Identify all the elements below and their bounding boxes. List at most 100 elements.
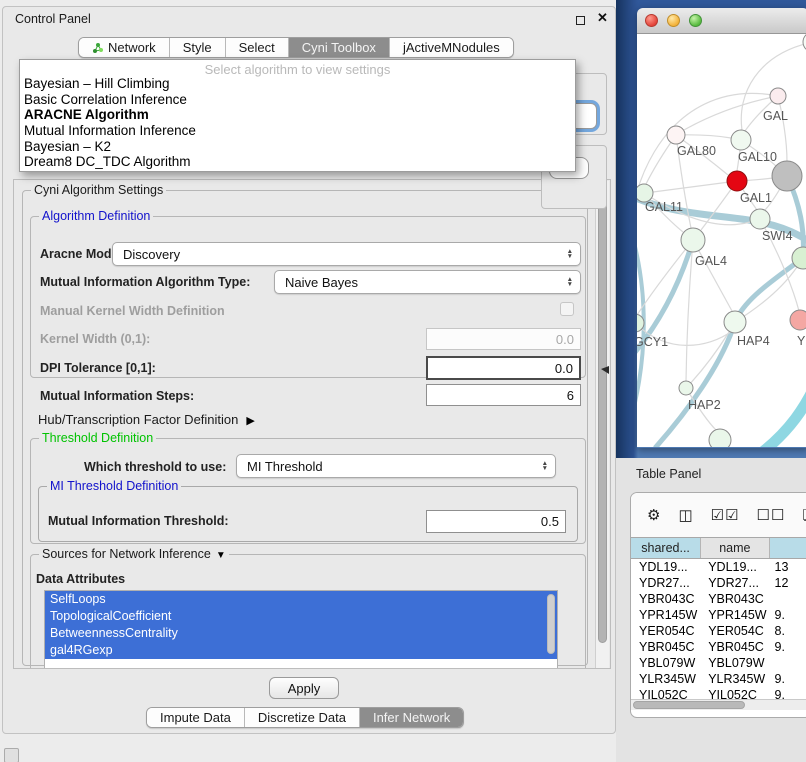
tab-label: Network (108, 40, 156, 55)
dpi-tolerance-input[interactable]: 0.0 (426, 356, 581, 380)
network-node-gal10[interactable] (731, 130, 751, 150)
mi-type-value: Naive Bayes (275, 275, 567, 290)
network-node[interactable] (709, 429, 731, 447)
mi-threshold-input[interactable]: 0.5 (426, 510, 566, 533)
network-canvas[interactable]: GALGAL80GAL10GAL1GAL11SWI4GAL4GCY1HAP4YH… (637, 34, 806, 447)
node-label: GAL4 (695, 254, 727, 268)
mi-steps-label: Mutual Information Steps: (40, 389, 194, 403)
attribute-item[interactable]: gal4RGexp (45, 642, 557, 659)
algorithm-option[interactable]: Mutual Information Inference (20, 123, 575, 139)
close-icon[interactable]: ✕ (597, 10, 608, 26)
float-window-icon[interactable] (576, 16, 585, 25)
table-cell: 9. (770, 607, 806, 623)
table-cell: YPR145W (631, 607, 701, 623)
table-row[interactable]: YER054CYER054C8. (631, 623, 806, 639)
window-title: Control Panel (15, 12, 91, 26)
table-scrollbar-thumb[interactable] (633, 701, 745, 709)
tab-label: Impute Data (160, 710, 231, 725)
tab-discretize-data[interactable]: Discretize Data (245, 708, 360, 727)
combo-arrows-icon: ▲▼ (567, 277, 573, 287)
table-row[interactable]: YBL079WYBL079W (631, 655, 806, 671)
tab-network[interactable]: Network (79, 38, 170, 57)
new-document-icon[interactable]: ❏ (802, 506, 806, 524)
network-node-gal[interactable] (770, 88, 786, 104)
table-row[interactable]: YPR145WYPR145W9. (631, 607, 806, 623)
attribute-item[interactable]: SelfLoops (45, 591, 557, 608)
algorithm-popup: Select algorithm to view settings Bayesi… (19, 59, 576, 172)
attribute-item[interactable]: TopologicalCoefficient (45, 608, 557, 625)
network-node-gal80[interactable] (667, 126, 685, 144)
table-cell: YLR345W (701, 671, 769, 687)
tab-jactivemnodules[interactable]: jActiveMNodules (390, 38, 513, 57)
algorithm-option[interactable]: ARACNE Algorithm (20, 107, 575, 123)
tab-infer-network[interactable]: Infer Network (360, 708, 463, 727)
table-row[interactable]: YBR045CYBR045C9. (631, 639, 806, 655)
node-label: SWI4 (762, 229, 793, 243)
sources-group-title[interactable]: Sources for Network Inference▼ (39, 547, 229, 561)
tab-style[interactable]: Style (170, 38, 226, 57)
table-cell: 8. (770, 623, 806, 639)
table-horizontal-scrollbar[interactable] (631, 699, 806, 710)
tab-select[interactable]: Select (226, 38, 289, 57)
aracne-mode-label: Aracne Mode: (40, 247, 123, 261)
table-cell: YLR345W (631, 671, 701, 687)
mi-steps-input[interactable]: 6 (426, 384, 581, 406)
data-attributes-list[interactable]: SelfLoopsTopologicalCoefficientBetweenne… (44, 590, 558, 669)
table-cell: YER054C (631, 623, 701, 639)
close-traffic-light-icon[interactable] (645, 14, 658, 27)
table-row[interactable]: YLR345WYLR345W9. (631, 671, 806, 687)
select-all-checkboxes-icon[interactable]: ☑☑ (711, 506, 740, 524)
settings-scrollbar-thumb[interactable] (598, 191, 607, 643)
manual-kernel-checkbox[interactable] (560, 302, 574, 316)
desktop-grip-icon[interactable] (4, 748, 19, 762)
mi-type-select[interactable]: Naive Bayes ▲▼ (274, 270, 581, 294)
network-node[interactable] (772, 161, 802, 191)
network-node-y[interactable] (790, 310, 806, 330)
network-node-hap2[interactable] (679, 381, 693, 395)
algorithm-option[interactable]: Bayesian – K2 (20, 139, 575, 155)
algorithm-option[interactable]: Bayesian – Hill Climbing (20, 76, 575, 92)
control-panel-window: Control Panel ✕ Network StyleSelectCyni T… (2, 6, 616, 734)
manual-kernel-label: Manual Kernel Width Definition (40, 304, 225, 318)
tab-impute-data[interactable]: Impute Data (147, 708, 245, 727)
deselect-checkboxes-icon[interactable]: ☐☐ (757, 506, 786, 524)
algorithm-list: Bayesian – Hill ClimbingBasic Correlatio… (20, 76, 575, 170)
attribute-item[interactable]: BetweennessCentrality (45, 625, 557, 642)
settings-scrollbar[interactable] (595, 181, 609, 669)
minimize-traffic-light-icon[interactable] (667, 14, 680, 27)
tab-label: Discretize Data (258, 710, 346, 725)
node-label: GAL80 (677, 144, 716, 158)
table-row[interactable]: YIL052CYIL052C9. (631, 687, 806, 699)
algorithm-option[interactable]: Dream8 DC_TDC Algorithm (20, 154, 575, 170)
network-node-gal1[interactable] (727, 171, 747, 191)
split-columns-icon[interactable]: ◫ (678, 506, 693, 524)
hub-definition-toggle[interactable]: Hub/Transcription Factor Definition▶ (38, 412, 255, 427)
settings-gear-icon[interactable]: ⚙ (647, 506, 661, 524)
which-threshold-select[interactable]: MI Threshold ▲▼ (236, 454, 556, 478)
table-cell: YBR043C (631, 591, 701, 607)
network-node-hap4[interactable] (724, 311, 746, 333)
table-row[interactable]: YDR27...YDR27...12 (631, 575, 806, 591)
data-attributes-label: Data Attributes (36, 572, 125, 586)
aracne-mode-select[interactable]: Discovery ▲▼ (112, 242, 581, 266)
tab-cyni-toolbox[interactable]: Cyni Toolbox (289, 38, 390, 57)
table-body: YDL19...YDL19...13YDR27...YDR27...12YBR0… (631, 559, 806, 699)
tab-label: Infer Network (373, 710, 450, 725)
network-icon (92, 42, 104, 54)
attributes-scrollbar[interactable] (547, 594, 555, 664)
table-row[interactable]: YDL19...YDL19...13 (631, 559, 806, 575)
kernel-width-label: Kernel Width (0,1): (40, 332, 150, 346)
network-node-swi4[interactable] (750, 209, 770, 229)
apply-button[interactable]: Apply (269, 677, 339, 699)
column-header[interactable]: name (701, 538, 769, 558)
kernel-width-input[interactable]: 0.0 (426, 328, 581, 350)
zoom-traffic-light-icon[interactable] (689, 14, 702, 27)
column-header[interactable] (770, 538, 806, 558)
table-row[interactable]: YBR043CYBR043C (631, 591, 806, 607)
column-header[interactable]: shared... (631, 538, 701, 558)
network-window-titlebar[interactable] (637, 8, 806, 34)
network-node-gal4[interactable] (681, 228, 705, 252)
bottom-tab-bar: Impute Data Discretize Data Infer Network (146, 707, 464, 728)
algorithm-option[interactable]: Basic Correlation Inference (20, 92, 575, 108)
expand-arrow-icon: ▶ (246, 414, 254, 427)
